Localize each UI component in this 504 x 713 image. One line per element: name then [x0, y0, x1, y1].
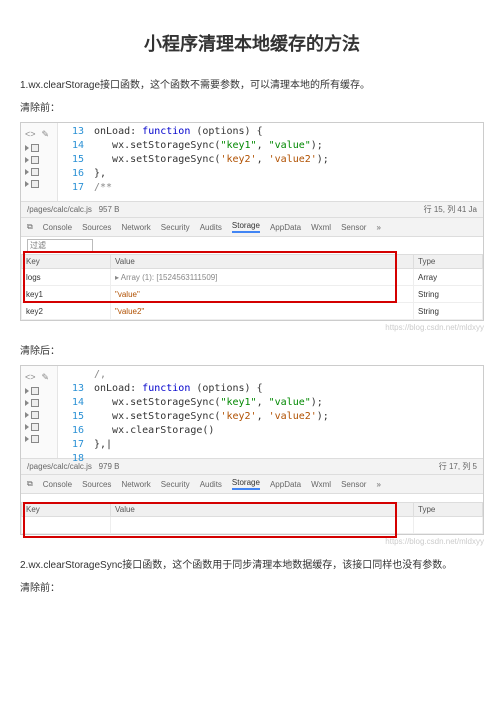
section2-intro: 2.wx.clearStorageSync接口函数，这个函数用于同步清理本地数据… — [20, 556, 484, 571]
before-label-2: 清除前： — [20, 579, 484, 594]
watermark: https://blog.csdn.net/mldxyy — [20, 323, 484, 332]
code-editor[interactable]: /, onLoad: function (options) { wx.setSt… — [90, 366, 483, 458]
tree-item-icon[interactable] — [31, 399, 39, 407]
tree-expand-icon[interactable] — [25, 424, 29, 430]
ide-screenshot-1: <> ✎ 13 14 15 16 17 onLoad: function (opt… — [20, 122, 484, 321]
before-label-1: 清除前： — [20, 99, 484, 114]
col-type[interactable]: Type — [414, 503, 483, 517]
tree-item-icon[interactable] — [31, 156, 39, 164]
page-title: 小程序清理本地缓存的方法 — [20, 30, 484, 56]
tree-expand-icon[interactable] — [25, 145, 29, 151]
tab-sensor[interactable]: Sensor — [341, 480, 366, 489]
tree-expand-icon[interactable] — [25, 157, 29, 163]
tree-expand-icon[interactable] — [25, 400, 29, 406]
tree-item-icon[interactable] — [31, 411, 39, 419]
tab-wxml[interactable]: Wxml — [311, 480, 331, 489]
tab-appdata[interactable]: AppData — [270, 223, 301, 232]
file-status-bar: /pages/calc/calc.js 957 B 行 15, 列 41 Ja — [21, 201, 483, 217]
col-key[interactable]: Key — [22, 255, 111, 269]
pencil-icon[interactable]: ✎ — [42, 372, 50, 383]
file-path: /pages/calc/calc.js — [27, 462, 92, 471]
tree-item-icon[interactable] — [31, 387, 39, 395]
tab-audits[interactable]: Audits — [200, 480, 222, 489]
watermark: https://blog.csdn.net/mldxyy — [20, 537, 484, 546]
section1-intro: 1.wx.clearStorage接口函数，这个函数不需要参数，可以清理本地的所… — [20, 76, 484, 91]
tree-item-icon[interactable] — [31, 180, 39, 188]
cursor-position: 行 17, 列 5 — [439, 461, 477, 472]
tree-item-icon[interactable] — [31, 168, 39, 176]
storage-table-empty: Key Value Type — [21, 502, 483, 534]
col-value[interactable]: Value — [111, 503, 414, 517]
tab-appdata[interactable]: AppData — [270, 480, 301, 489]
file-size: 957 B — [99, 205, 120, 214]
devtools-elements-icon[interactable]: ⧉ — [27, 222, 33, 232]
table-row[interactable]: key2"value2"String — [22, 303, 483, 320]
file-status-bar: /pages/calc/calc.js 979 B 行 17, 列 5 — [21, 458, 483, 474]
tab-network[interactable]: Network — [121, 480, 150, 489]
nav-arrows-icon[interactable]: <> — [25, 129, 36, 140]
tree-expand-icon[interactable] — [25, 412, 29, 418]
tree-expand-icon[interactable] — [25, 388, 29, 394]
code-editor[interactable]: onLoad: function (options) { wx.setStora… — [90, 123, 483, 201]
storage-table: Key Value Type logs▸ Array (1): [1524563… — [21, 254, 483, 320]
tab-console[interactable]: Console — [43, 480, 72, 489]
tab-sensor[interactable]: Sensor — [341, 223, 366, 232]
col-type[interactable]: Type — [414, 255, 483, 269]
tree-item-icon[interactable] — [31, 435, 39, 443]
tab-console[interactable]: Console — [43, 223, 72, 232]
col-value[interactable]: Value — [111, 255, 414, 269]
devtools-tabs: ⧉ Console Sources Network Security Audit… — [21, 217, 483, 236]
pencil-icon[interactable]: ✎ — [42, 129, 50, 140]
file-tree-gutter: <> ✎ — [21, 366, 58, 458]
tab-storage[interactable]: Storage — [232, 221, 260, 233]
tab-wxml[interactable]: Wxml — [311, 223, 331, 232]
file-size: 979 B — [99, 462, 120, 471]
tree-expand-icon[interactable] — [25, 436, 29, 442]
tab-sources[interactable]: Sources — [82, 480, 111, 489]
filter-input[interactable] — [27, 239, 93, 252]
tree-expand-icon[interactable] — [25, 169, 29, 175]
table-row[interactable]: key1"value"String — [22, 286, 483, 303]
file-tree-gutter: <> ✎ — [21, 123, 58, 201]
line-numbers: 13 14 15 16 17 — [58, 123, 90, 201]
tab-security[interactable]: Security — [161, 480, 190, 489]
tree-item-icon[interactable] — [31, 423, 39, 431]
devtools-elements-icon[interactable]: ⧉ — [27, 479, 33, 489]
table-row — [22, 517, 483, 534]
tab-storage[interactable]: Storage — [232, 478, 260, 490]
col-key[interactable]: Key — [22, 503, 111, 517]
tab-network[interactable]: Network — [121, 223, 150, 232]
cursor-position: 行 15, 列 41 Ja — [424, 204, 477, 215]
tab-audits[interactable]: Audits — [200, 223, 222, 232]
tab-more-icon[interactable]: » — [376, 480, 380, 489]
ide-screenshot-2: <> ✎ 13 14 15 16 17 18 /, onLoad: functio… — [20, 365, 484, 535]
after-label-1: 清除后： — [20, 342, 484, 357]
tab-more-icon[interactable]: » — [376, 223, 380, 232]
nav-arrows-icon[interactable]: <> — [25, 372, 36, 383]
tree-expand-icon[interactable] — [25, 181, 29, 187]
tree-item-icon[interactable] — [31, 144, 39, 152]
line-numbers: 13 14 15 16 17 18 — [58, 366, 90, 458]
file-path: /pages/calc/calc.js — [27, 205, 92, 214]
tab-security[interactable]: Security — [161, 223, 190, 232]
tab-sources[interactable]: Sources — [82, 223, 111, 232]
table-row[interactable]: logs▸ Array (1): [1524563111509]Array — [22, 269, 483, 286]
devtools-tabs: ⧉ Console Sources Network Security Audit… — [21, 474, 483, 493]
